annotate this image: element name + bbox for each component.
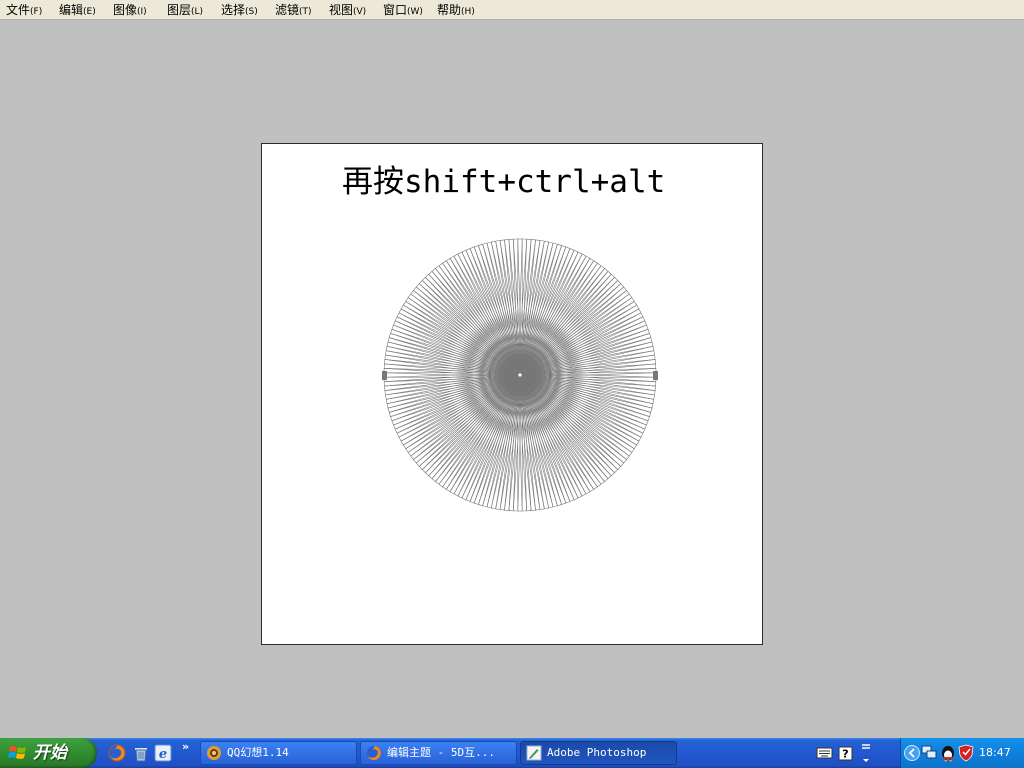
menu-window-label: 窗口 xyxy=(383,3,408,17)
task-button-browser[interactable]: 编辑主题 - 5D互... xyxy=(360,741,517,765)
menu-edit[interactable]: 编辑(E) xyxy=(59,2,96,18)
menu-image[interactable]: 图像(I) xyxy=(113,2,147,18)
menu-edit-label: 编辑 xyxy=(59,3,84,17)
menu-filter[interactable]: 滤镜(T) xyxy=(275,2,312,18)
desktop: 文件(F) 编辑(E) 图像(I) 图层(L) 选择(S) 滤镜(T) 视图(V… xyxy=(0,0,1024,768)
task-button-photoshop[interactable]: Adobe Photoshop xyxy=(520,741,677,765)
start-label: 开始 xyxy=(33,743,67,763)
clock[interactable]: 18:47 xyxy=(979,738,1011,768)
task-button-qq-game[interactable]: QQ幻想1.14 xyxy=(200,741,357,765)
menu-select-mnemonic: (S) xyxy=(245,7,258,17)
qq-game-icon xyxy=(207,746,221,760)
network-icon[interactable] xyxy=(921,745,937,759)
language-options-icon[interactable] xyxy=(862,744,870,762)
menu-file-label: 文件 xyxy=(6,3,31,17)
menu-image-mnemonic: (I) xyxy=(137,7,147,17)
menu-help-label: 帮助 xyxy=(437,3,462,17)
menu-window[interactable]: 窗口(W) xyxy=(383,2,423,18)
task-label-qq-game: QQ幻想1.14 xyxy=(227,746,289,759)
taskbar: 开始 e » QQ幻想1.14 编辑主题 - 5D互... Adobe Phot… xyxy=(0,738,1024,768)
firefox-icon[interactable] xyxy=(108,744,126,762)
keyboard-icon[interactable] xyxy=(816,747,833,759)
menu-select[interactable]: 选择(S) xyxy=(221,2,258,18)
security-shield-icon[interactable] xyxy=(958,744,974,762)
language-bar: ? xyxy=(816,744,870,762)
qq-icon[interactable] xyxy=(942,746,954,762)
menu-layer[interactable]: 图层(L) xyxy=(167,2,203,18)
menu-view-mnemonic: (V) xyxy=(353,7,367,17)
left-handle[interactable] xyxy=(382,371,387,380)
menu-bar: 文件(F) 编辑(E) 图像(I) 图层(L) 选择(S) 滤镜(T) 视图(V… xyxy=(0,0,1024,20)
tray-expand-icon[interactable] xyxy=(904,745,920,761)
menu-view[interactable]: 视图(V) xyxy=(329,2,366,18)
ie-icon[interactable]: e xyxy=(154,744,172,762)
menu-window-mnemonic: (W) xyxy=(407,7,423,17)
quicklaunch-chevron-icon[interactable]: » xyxy=(182,740,189,753)
document-canvas[interactable]: 再按shift+ctrl+alt xyxy=(261,143,763,645)
radial-burst-shape[interactable] xyxy=(262,144,762,644)
photoshop-icon xyxy=(526,745,542,761)
menu-view-label: 视图 xyxy=(329,3,354,17)
menu-help[interactable]: 帮助(H) xyxy=(437,2,475,18)
help-icon[interactable]: ? xyxy=(838,746,853,761)
right-handle[interactable] xyxy=(653,371,658,380)
menu-file[interactable]: 文件(F) xyxy=(6,2,42,18)
svg-text:?: ? xyxy=(842,748,848,761)
task-label-browser: 编辑主题 - 5D互... xyxy=(387,746,495,759)
menu-image-label: 图像 xyxy=(113,3,138,17)
center-point xyxy=(518,373,522,377)
menu-layer-mnemonic: (L) xyxy=(191,7,204,17)
menu-file-mnemonic: (F) xyxy=(30,7,43,17)
firefox-icon xyxy=(367,746,381,760)
menu-filter-label: 滤镜 xyxy=(275,3,300,17)
windows-logo-icon xyxy=(8,746,26,759)
menu-edit-mnemonic: (E) xyxy=(83,7,96,17)
task-label-photoshop: Adobe Photoshop xyxy=(547,746,647,759)
svg-text:e: e xyxy=(159,747,167,762)
recycle-bin-icon[interactable] xyxy=(132,744,150,762)
menu-help-mnemonic: (H) xyxy=(461,7,475,17)
menu-layer-label: 图层 xyxy=(167,3,192,17)
menu-filter-mnemonic: (T) xyxy=(299,7,312,17)
start-button[interactable]: 开始 xyxy=(0,738,97,768)
menu-select-label: 选择 xyxy=(221,3,246,17)
